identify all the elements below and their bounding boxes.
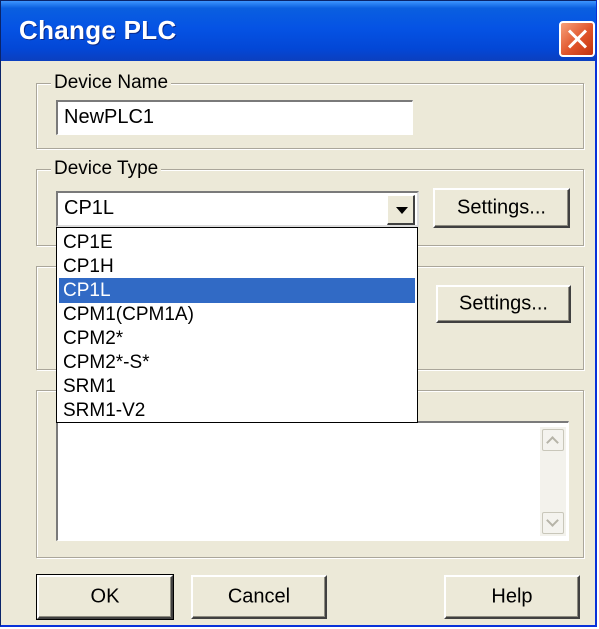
dropdown-option-cp1l[interactable]: CP1L: [59, 278, 415, 303]
dropdown-option-srm1-v2[interactable]: SRM1-V2: [59, 398, 415, 423]
device-name-legend: Device Name: [51, 71, 172, 95]
device-type-dropdown-list: CP1E CP1H CP1L CPM1(CPM1A) CPM2* CPM2*-S…: [56, 227, 418, 423]
ok-button[interactable]: OK: [36, 574, 174, 620]
dropdown-option-cpm2[interactable]: CPM2*: [59, 326, 415, 351]
scroll-down-icon[interactable]: [542, 512, 564, 534]
comment-scrollbar[interactable]: [540, 427, 566, 536]
ok-label: OK: [90, 585, 120, 608]
device-name-group: Device Name NewPLC1: [36, 71, 584, 149]
device-name-input[interactable]: NewPLC1: [56, 100, 413, 135]
cancel-label: Cancel: [227, 585, 291, 608]
dropdown-option-cpm2-s[interactable]: CPM2*-S*: [59, 350, 415, 375]
chevron-down-icon[interactable]: [387, 195, 415, 225]
network-settings-button[interactable]: Settings...: [436, 285, 571, 323]
dropdown-option-srm1[interactable]: SRM1: [59, 374, 415, 399]
dropdown-option-cp1h[interactable]: CP1H: [59, 254, 415, 279]
scroll-up-icon[interactable]: [542, 429, 564, 451]
cancel-button[interactable]: Cancel: [191, 575, 327, 619]
network-settings-label: Settings...: [459, 292, 548, 315]
close-icon[interactable]: [559, 21, 595, 57]
help-button[interactable]: Help: [444, 575, 580, 619]
title-bar[interactable]: Change PLC: [1, 1, 596, 61]
change-plc-dialog: Change PLC Device Name NewPLC1 Device Ty…: [0, 0, 597, 627]
dialog-title: Change PLC: [19, 15, 177, 45]
dropdown-option-cp1e[interactable]: CP1E: [59, 230, 415, 255]
device-type-legend: Device Type: [51, 157, 162, 181]
device-type-select[interactable]: CP1L: [56, 191, 419, 227]
help-label: Help: [491, 585, 533, 608]
device-type-value: CP1L: [64, 197, 115, 219]
dropdown-option-cpm1[interactable]: CPM1(CPM1A): [59, 302, 415, 327]
device-type-settings-label: Settings...: [457, 196, 546, 219]
device-type-settings-button[interactable]: Settings...: [433, 188, 570, 228]
comment-textarea[interactable]: [56, 421, 569, 541]
